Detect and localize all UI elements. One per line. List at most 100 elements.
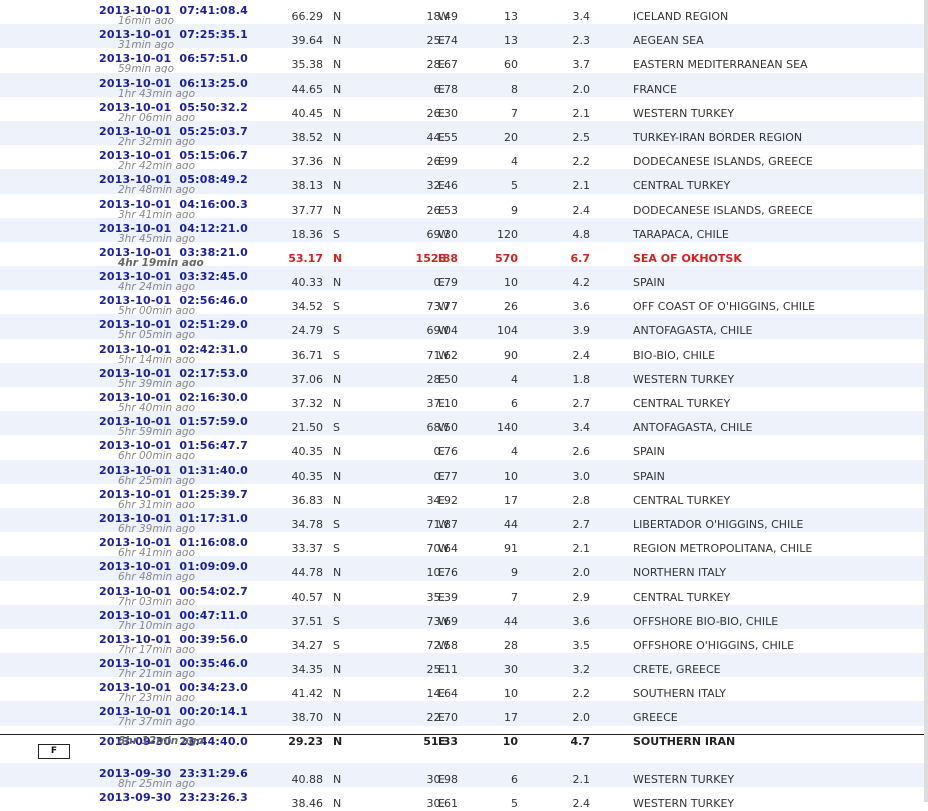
table-row[interactable]: 2013-10-01 07:25:35.1 31min ago 39.64 N 25.7… (0, 24, 928, 51)
table-row[interactable]: 2013-10-01 05:25:03.7 2hr 32min ago 38.52 N… (0, 120, 928, 148)
depth-value: 5 (511, 796, 518, 810)
depth-value: 90 (504, 348, 518, 362)
longitude-value: 0.76 (433, 445, 459, 459)
table-row[interactable]: 2013-10-01 02:42:31.0 5hr 14min ago 36.71 S… (0, 339, 928, 366)
longitude-value: 34.92 (426, 493, 459, 507)
magnitude-value: 2.1 (572, 772, 591, 786)
region-name: CENTRAL TURKEY (633, 590, 731, 604)
region-name: TURKEY-IRAN BORDER REGION (633, 130, 803, 144)
latitude-direction: N (333, 796, 342, 810)
table-row[interactable]: 2013-10-01 01:09:09.0 6hr 48min ago 44.78 N… (0, 556, 928, 583)
longitude-direction: E (438, 276, 445, 290)
table-row[interactable]: 2013-10-01 05:08:49.2 2hr 48min ago 38.13 N… (0, 169, 928, 196)
table-row[interactable]: 2013-10-01 02:56:46.0 5hr 00min ago 34.52 S… (0, 290, 928, 317)
table-row[interactable]: 2013-10-01 05:50:32.2 2hr 06min ago 40.45 N… (0, 97, 928, 124)
magnitude-value: 4.7 (570, 734, 591, 748)
longitude-direction: E (438, 58, 445, 72)
latitude-value: 21.50 (291, 421, 324, 435)
table-row[interactable]: 2013-10-01 03:32:45.0 4hr 24min ago 40.33 N… (0, 266, 928, 293)
latitude-direction: N (333, 58, 342, 72)
region-name: SPAIN (633, 445, 665, 459)
latitude-value: 34.35 (291, 663, 324, 677)
table-row[interactable]: 2013-10-01 00:35:46.0 7hr 21min ago 34.35 N… (0, 653, 928, 680)
table-row[interactable]: 2013-10-01 00:34:23.0 7hr 23min ago 41.42 N… (0, 677, 928, 704)
latitude-direction: N (333, 663, 342, 677)
depth-value: 17 (504, 711, 518, 725)
region-name: WESTERN TURKEY (633, 796, 735, 810)
region-name: ANTOFAGASTA, CHILE (633, 324, 753, 338)
table-row[interactable]: 2013-10-01 02:17:53.0 5hr 39min ago 37.06 N… (0, 362, 928, 390)
latitude-direction: N (333, 82, 342, 96)
table-row[interactable]: 2013-10-01 01:25:39.7 6hr 31min ago 36.83 N… (0, 484, 928, 511)
longitude-value: 0.77 (433, 469, 459, 483)
latitude-direction: N (333, 179, 342, 193)
depth-value: 4 (511, 372, 518, 386)
magnitude-value: 2.1 (572, 542, 591, 556)
table-row[interactable]: 2013-09-30 23:31:29.6 8hr 25min ago 40.88 N… (0, 762, 928, 790)
table-row[interactable]: 2013-10-01 00:39:56.0 7hr 17min ago 34.27 S… (0, 629, 928, 656)
longitude-value: 72.58 (426, 638, 459, 652)
latitude-value: 39.64 (291, 34, 324, 48)
region-name: SEA OF OKHOTSK (633, 251, 742, 265)
region-name: SPAIN (633, 276, 665, 290)
table-row[interactable]: 2013-10-01 07:41:08.4 16min ago 66.29 N 18.4… (0, 0, 928, 27)
table-row[interactable]: 2013-10-01 04:12:21.0 3hr 45min ago 18.36 S… (0, 217, 928, 245)
magnitude-value: 2.2 (572, 155, 591, 169)
latitude-value: 35.38 (291, 58, 324, 72)
table-row[interactable]: 2013-10-01 04:16:00.3 3hr 41min ago 37.77 N… (0, 194, 928, 221)
depth-value: 44 (504, 614, 518, 628)
longitude-direction: E (438, 796, 445, 810)
latitude-value: 41.42 (291, 687, 324, 701)
table-row[interactable]: 2013-10-01 01:56:47.7 6hr 00min ago 40.35 N… (0, 435, 928, 462)
longitude-direction: E (438, 34, 445, 48)
longitude-value: 32.46 (426, 179, 459, 193)
latitude-direction: N (333, 106, 342, 120)
longitude-direction: E (438, 711, 445, 725)
region-name: NORTHERN ITALY (633, 566, 727, 580)
latitude-value: 33.37 (291, 542, 324, 556)
magnitude-value: 3.2 (572, 663, 591, 677)
table-row[interactable]: 2013-10-01 02:51:29.0 5hr 05min ago 24.79 S… (0, 314, 928, 341)
magnitude-value: 1.8 (572, 372, 591, 386)
scrollbar[interactable] (924, 0, 928, 802)
latitude-value: 36.71 (291, 348, 324, 362)
region-name: SOUTHERN ITALY (633, 687, 727, 701)
table-row[interactable]: 2013-10-01 01:17:31.0 6hr 39min ago 34.78 S… (0, 507, 928, 535)
table-row[interactable]: 2013-09-30 23:23:26.3 38.46 N 30.61 E 5 2.4 WES… (0, 787, 928, 811)
magnitude-value: 2.7 (572, 517, 591, 531)
longitude-direction: W (438, 421, 449, 435)
latitude-value: 29.23 (288, 734, 323, 748)
table-row[interactable]: 2013-10-01 01:16:08.0 6hr 41min ago 33.37 S… (0, 532, 928, 559)
latitude-direction: N (333, 734, 343, 748)
longitude-direction: W (438, 227, 449, 241)
latitude-direction: S (333, 348, 340, 362)
depth-value: 120 (497, 227, 518, 241)
magnitude-value: 3.5 (572, 638, 591, 652)
latitude-direction: N (333, 251, 343, 265)
table-row[interactable]: 2013-10-01 05:15:06.7 2hr 42min ago 37.36 N… (0, 145, 928, 172)
table-row[interactable]: 2013-10-01 06:57:51.0 59min ago 35.38 N 28.6… (0, 48, 928, 75)
table-row[interactable]: 2013-10-01 00:54:02.7 7hr 03min ago 40.57 N… (0, 581, 928, 608)
region-name: DODECANESE ISLANDS, GREECE (633, 203, 813, 217)
latitude-value: 37.77 (291, 203, 324, 217)
table-row[interactable]: 2013-09-30 23:44:40.0 8hr 12min ago 29.23 N… (0, 733, 928, 763)
table-row[interactable]: 2013-10-01 01:57:59.0 5hr 59min ago 21.50 S… (0, 411, 928, 438)
latitude-value: 38.46 (291, 796, 324, 810)
magnitude-value: 2.0 (572, 711, 591, 725)
table-row[interactable]: 2013-10-01 02:16:30.0 5hr 40min ago 37.32 N… (0, 387, 928, 414)
felt-report-button[interactable]: F (38, 743, 70, 759)
magnitude-value: 2.7 (572, 397, 591, 410)
latitude-value: 44.65 (291, 82, 324, 96)
table-row[interactable]: 2013-10-01 01:31:40.0 6hr 25min ago 40.35 N… (0, 459, 928, 487)
region-name: CENTRAL TURKEY (633, 493, 731, 507)
region-name: OFF COAST OF O'HIGGINS, CHILE (633, 300, 816, 314)
table-row[interactable]: 2013-10-01 06:13:25.0 1hr 43min ago 44.65 N… (0, 72, 928, 100)
table-row[interactable]: 2013-10-01 00:47:11.0 7hr 10min ago 37.51 S… (0, 604, 928, 632)
longitude-value: 30.61 (426, 796, 459, 810)
depth-value: 30 (504, 663, 518, 677)
table-row[interactable]: 2013-10-01 03:38:21.0 4hr 19min ago 53.17 N… (0, 242, 928, 269)
table-row[interactable]: 2013-10-01 00:20:14.1 7hr 37min ago 38.70 N… (0, 701, 928, 728)
longitude-value: 28.50 (426, 372, 459, 386)
magnitude-value: 2.3 (572, 34, 591, 48)
latitude-direction: S (333, 614, 340, 628)
